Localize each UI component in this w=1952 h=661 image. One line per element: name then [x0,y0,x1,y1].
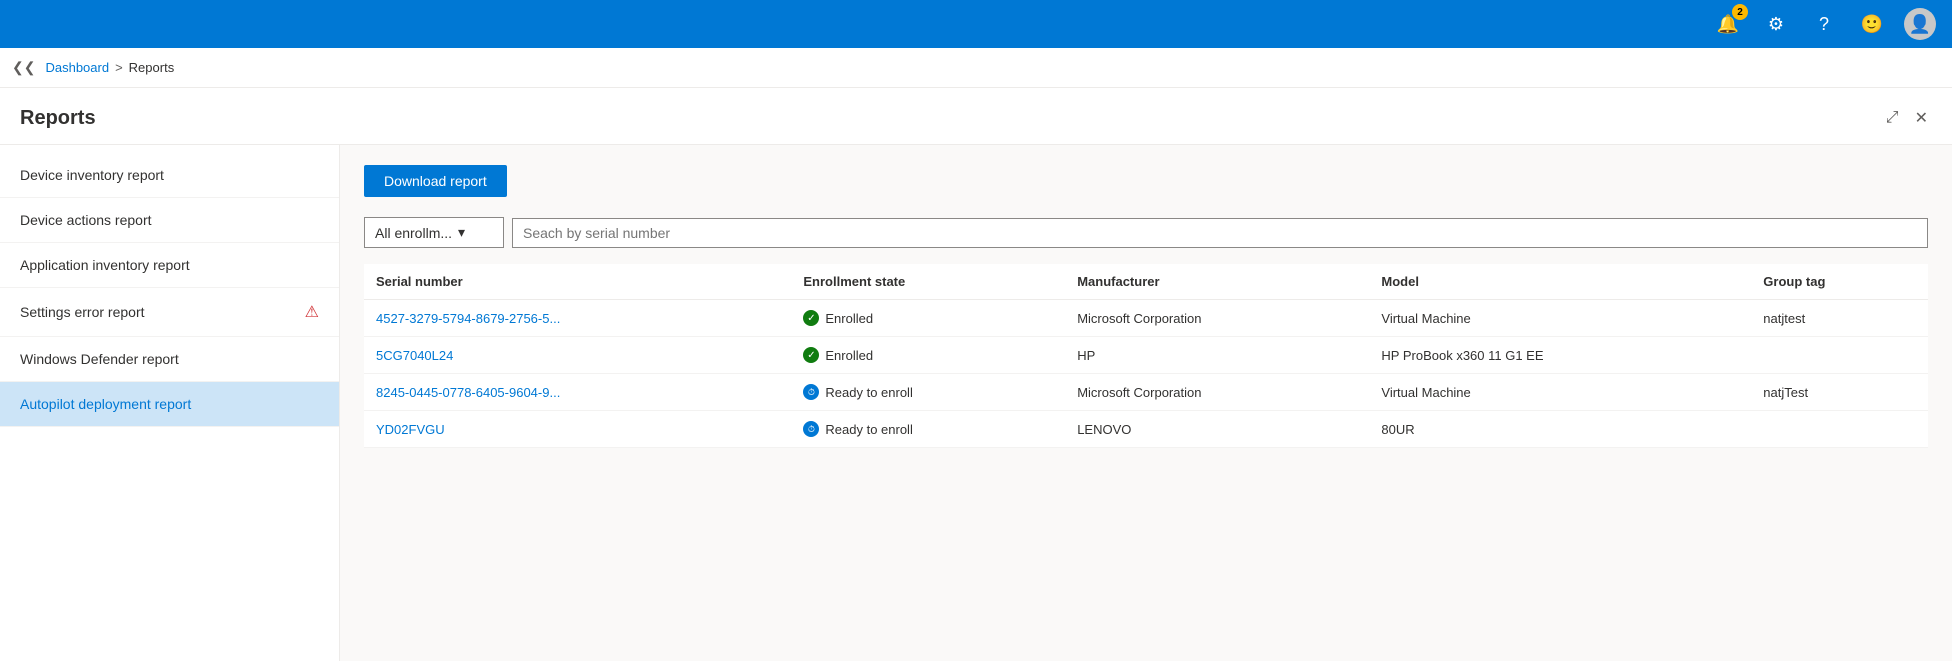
cell-enrollment: ⏱ Ready to enroll [791,374,1065,411]
avatar-icon: 👤 [1909,14,1931,35]
sidebar-item-label: Settings error report [20,304,145,320]
sidebar-item-label: Device inventory report [20,167,164,183]
breadcrumb-current: Reports [129,60,175,75]
cell-group-tag: natjtest [1751,300,1928,337]
content-area: Device inventory report Device actions r… [0,145,1952,661]
sidebar-item-label: Autopilot deployment report [20,396,191,412]
sidebar-item-label: Application inventory report [20,257,190,273]
serial-number-link[interactable]: 4527-3279-5794-8679-2756-5... [376,311,560,326]
enrolled-icon: ✓ [803,347,819,363]
panel-title: Reports [20,107,96,130]
notification-badge: 2 [1732,4,1748,20]
help-button[interactable]: ? [1808,8,1840,40]
breadcrumb-separator: > [115,60,123,75]
question-icon: ? [1819,14,1829,35]
notification-bell[interactable]: 🔔 2 [1712,8,1744,40]
table-header-row: Serial number Enrollment state Manufactu… [364,264,1928,300]
settings-icon-btn[interactable]: ⚙ [1760,8,1792,40]
col-manufacturer: Manufacturer [1065,264,1369,300]
cell-serial: 8245-0445-0778-6405-9604-9... [364,374,791,411]
dropdown-label: All enrollm... [375,225,452,241]
enrollment-filter-dropdown[interactable]: All enrollm... ▾ [364,217,504,248]
cell-group-tag: natjTest [1751,374,1928,411]
serial-number-link[interactable]: 5CG7040L24 [376,348,453,363]
cell-serial: 5CG7040L24 [364,337,791,374]
enrollment-label: Enrolled [825,311,873,326]
feedback-button[interactable]: 🙂 [1856,8,1888,40]
ready-icon: ⏱ [803,384,819,400]
chevron-down-icon: ▾ [458,224,465,241]
table-row: 8245-0445-0778-6405-9604-9... ⏱ Ready to… [364,374,1928,411]
cell-group-tag [1751,411,1928,448]
serial-number-search-input[interactable] [512,218,1928,248]
cell-enrollment: ⏱ Ready to enroll [791,411,1065,448]
sidebar-item-settings-error[interactable]: Settings error report ⚠ [0,288,339,337]
enrolled-icon: ✓ [803,310,819,326]
user-avatar[interactable]: 👤 [1904,8,1936,40]
enrollment-status: ⏱ Ready to enroll [803,384,1053,400]
close-button[interactable]: ✕ [1911,104,1932,132]
cell-model: HP ProBook x360 11 G1 EE [1369,337,1751,374]
cell-group-tag [1751,337,1928,374]
table-row: YD02FVGU ⏱ Ready to enroll LENOVO 80UR [364,411,1928,448]
report-content: Download report All enrollm... ▾ Serial … [340,145,1952,661]
filter-row: All enrollm... ▾ [364,217,1928,248]
sidebar-item-windows-defender[interactable]: Windows Defender report [0,337,339,382]
cell-manufacturer: Microsoft Corporation [1065,374,1369,411]
cell-enrollment: ✓ Enrolled [791,337,1065,374]
cell-manufacturer: Microsoft Corporation [1065,300,1369,337]
sidebar-item-device-actions[interactable]: Device actions report [0,198,339,243]
cell-manufacturer: LENOVO [1065,411,1369,448]
cell-model: Virtual Machine [1369,300,1751,337]
smiley-icon: 🙂 [1861,14,1883,35]
panel-actions: ⤢ ✕ [1882,104,1932,132]
panel-header: Reports ⤢ ✕ [0,88,1952,145]
col-group-tag: Group tag [1751,264,1928,300]
download-report-button[interactable]: Download report [364,165,507,197]
cell-manufacturer: HP [1065,337,1369,374]
cell-enrollment: ✓ Enrolled [791,300,1065,337]
enrollment-label: Ready to enroll [825,422,912,437]
breadcrumb-dashboard-link[interactable]: Dashboard [45,60,109,75]
enrollment-status: ✓ Enrolled [803,347,1053,363]
cell-serial: 4527-3279-5794-8679-2756-5... [364,300,791,337]
cell-model: Virtual Machine [1369,374,1751,411]
sidebar-item-label: Windows Defender report [20,351,179,367]
enrollment-status: ⏱ Ready to enroll [803,421,1053,437]
enrollment-label: Enrolled [825,348,873,363]
main-container: Reports ⤢ ✕ Device inventory report Devi… [0,88,1952,661]
top-bar: 🔔 2 ⚙ ? 🙂 👤 [0,0,1952,48]
sidebar: Device inventory report Device actions r… [0,145,340,661]
enrollment-label: Ready to enroll [825,385,912,400]
col-model: Model [1369,264,1751,300]
breadcrumb-back-button[interactable]: ❮❮ [12,59,35,76]
serial-number-link[interactable]: YD02FVGU [376,422,445,437]
ready-icon: ⏱ [803,421,819,437]
serial-number-link[interactable]: 8245-0445-0778-6405-9604-9... [376,385,560,400]
cell-serial: YD02FVGU [364,411,791,448]
sidebar-item-application-inventory[interactable]: Application inventory report [0,243,339,288]
col-serial-number: Serial number [364,264,791,300]
sidebar-item-label: Device actions report [20,212,152,228]
error-icon: ⚠ [305,302,319,322]
gear-icon: ⚙ [1768,14,1784,35]
table-row: 4527-3279-5794-8679-2756-5... ✓ Enrolled… [364,300,1928,337]
cell-model: 80UR [1369,411,1751,448]
report-table: Serial number Enrollment state Manufactu… [364,264,1928,448]
sidebar-item-autopilot-deployment[interactable]: Autopilot deployment report [0,382,339,427]
table-row: 5CG7040L24 ✓ Enrolled HP HP ProBook x360… [364,337,1928,374]
breadcrumb-bar: ❮❮ Dashboard > Reports [0,48,1952,88]
pin-button[interactable]: ⤢ [1882,104,1903,132]
col-enrollment-state: Enrollment state [791,264,1065,300]
enrollment-status: ✓ Enrolled [803,310,1053,326]
sidebar-item-device-inventory[interactable]: Device inventory report [0,153,339,198]
